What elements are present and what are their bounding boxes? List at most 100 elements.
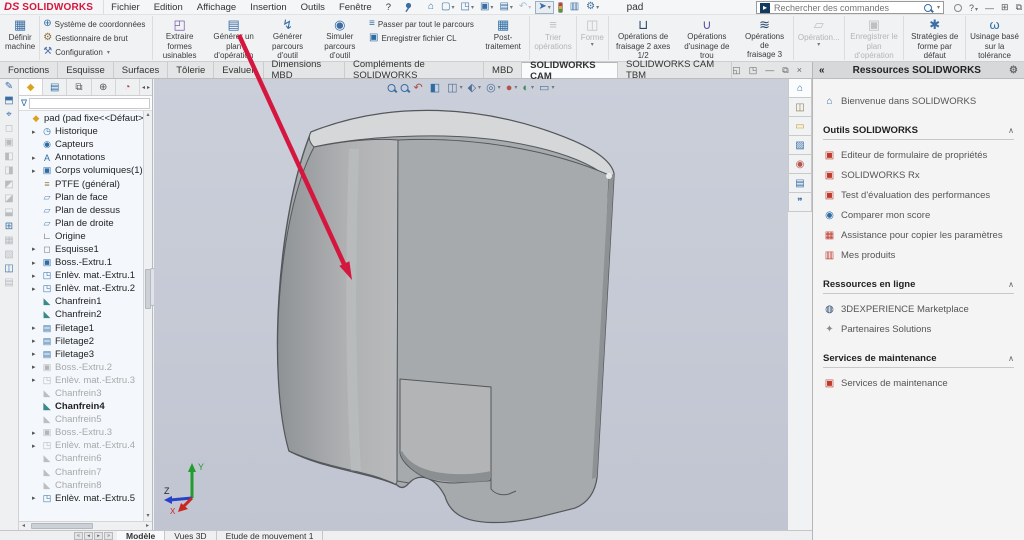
zoom-area-icon[interactable] <box>401 84 409 92</box>
menu-item[interactable]: Fenêtre <box>332 0 379 14</box>
task-pane-tab[interactable]: ▤ <box>788 174 812 193</box>
featuremanager-tab[interactable]: ⧉ <box>67 79 91 95</box>
view-tool-icon[interactable]: ◧ <box>430 81 442 94</box>
operations-button[interactable]: ∪ Opérationsd'usinage de trou <box>676 16 737 60</box>
commandmanager-tab[interactable]: Evaluer <box>214 62 263 78</box>
view-tool-icon[interactable]: ◐ ▾ <box>522 81 534 94</box>
tree-item[interactable]: ◉ Capteurs <box>19 138 152 151</box>
commandmanager-tab[interactable]: Tôlerie <box>168 62 214 78</box>
taskpane-link[interactable]: ▥ Mes produits <box>823 245 1014 265</box>
task-pane-tab[interactable]: ◉ <box>788 155 812 174</box>
tree-item[interactable]: ▸ ▣ Boss.-Extru.3 <box>19 426 152 439</box>
expand-arrow-icon[interactable]: ▸ <box>32 376 41 384</box>
taskpane-link[interactable]: ◍ 3DEXPERIENCE Marketplace <box>823 299 1014 319</box>
part-model[interactable] <box>154 79 788 530</box>
expand-arrow-icon[interactable]: ▸ <box>32 128 41 136</box>
left-strip-tool-icon[interactable]: ◪ <box>4 194 13 204</box>
scroll-left-icon[interactable]: ◂ <box>19 522 28 530</box>
quick-access-button[interactable]: ⌂ <box>426 1 437 14</box>
quick-access-button[interactable]: ◳ ▾ <box>459 1 476 14</box>
ribbon-row-button[interactable]: ≡ Passer par tout le parcours <box>369 18 474 30</box>
expand-arrow-icon[interactable]: ▸ <box>32 429 41 437</box>
save-operation-plan-button[interactable]: ▣ Enregistrer leplan d'opération <box>846 16 903 60</box>
search-caret-icon[interactable]: ▾ <box>937 4 940 11</box>
doc-window-button[interactable]: ◱ <box>732 65 741 76</box>
ribbon-row-button[interactable]: ⚒ Configuration ▾ <box>43 46 149 58</box>
featuremanager-tab[interactable]: ◆ <box>19 79 43 95</box>
left-strip-tool-icon[interactable]: ▧ <box>4 250 13 260</box>
expand-arrow-icon[interactable]: ▸ <box>32 259 41 267</box>
chevron-up-icon[interactable]: ∧ <box>1008 354 1014 363</box>
tree-item[interactable]: ▸ ◳ Enlèv. mat.-Extru.4 <box>19 439 152 452</box>
menu-item[interactable]: Outils <box>294 0 332 14</box>
chevron-up-icon[interactable]: ∧ <box>1008 126 1014 135</box>
left-strip-tool-icon[interactable]: ▣ <box>4 138 13 148</box>
ribbon-big-button[interactable]: ▤ Générer un pland'opération <box>206 16 262 60</box>
quick-access-button[interactable] <box>556 1 566 14</box>
scrollbar-thumb[interactable] <box>31 523 93 529</box>
taskpane-link[interactable]: ▣ SOLIDWORKS Rx <box>823 165 1014 185</box>
tree-item[interactable]: ∟ Origine <box>19 230 152 243</box>
expand-arrow-icon[interactable]: ▸ <box>32 494 41 502</box>
view-tool-icon[interactable]: ⬖ ▾ <box>468 81 481 94</box>
tree-item[interactable]: ◣ Chanfrein7 <box>19 466 152 479</box>
chevron-up-icon[interactable]: ∧ <box>1008 280 1014 289</box>
tree-vertical-scrollbar[interactable]: ▴ ▾ <box>143 111 152 521</box>
menu-item[interactable]: ? <box>379 0 398 14</box>
featuremanager-tab[interactable]: ◔ <box>116 79 140 95</box>
view-tool-icon[interactable]: ◫ ▾ <box>447 81 462 94</box>
tree-item[interactable]: ▸ ▣ Corps volumiques(1) <box>19 164 152 177</box>
scroll-up-icon[interactable]: ▴ <box>144 111 152 120</box>
post-process-button[interactable]: ▦ Post-traitement <box>477 16 529 60</box>
form-button[interactable]: ◫ Forme ▾ <box>578 16 607 60</box>
taskpane-link[interactable]: ✦ Partenaires Solutions <box>823 319 1014 339</box>
taskpane-link[interactable]: ▣ Editeur de formulaire de propriétés <box>823 145 1014 165</box>
expand-arrow-icon[interactable]: ▸ <box>32 442 41 450</box>
view-tool-icon[interactable]: ● ▾ <box>506 81 518 94</box>
menu-item[interactable]: Edition <box>147 0 190 14</box>
model-view-tab[interactable]: Modèle <box>117 531 165 540</box>
left-strip-tool-icon[interactable]: ⬓ <box>4 208 13 218</box>
expand-arrow-icon[interactable]: ▸ <box>32 324 41 332</box>
minimize-button[interactable]: — <box>985 3 994 13</box>
operations-button[interactable]: ≋ Opérations defraisage 3 axes <box>737 16 792 60</box>
left-strip-tool-icon[interactable]: ⌖ <box>6 110 12 120</box>
doc-window-button[interactable]: ⧉ <box>782 65 788 76</box>
left-strip-tool-icon[interactable]: ✎ <box>5 82 13 92</box>
expand-arrow-icon[interactable]: ▸ <box>32 154 41 162</box>
tree-item[interactable]: ◣ Chanfrein8 <box>19 479 152 492</box>
left-strip-tool-icon[interactable]: ▤ <box>4 278 13 288</box>
left-strip-tool-icon[interactable]: ◩ <box>4 180 13 190</box>
doc-window-button[interactable]: — <box>765 65 774 75</box>
left-strip-tool-icon[interactable]: ◨ <box>4 166 13 176</box>
view-tool-icon[interactable]: ↶ <box>414 81 425 94</box>
expand-arrow-icon[interactable]: ▸ <box>32 337 41 345</box>
ribbon-big-button[interactable]: ◰ Extraire formesusinables <box>153 16 205 60</box>
tree-item[interactable]: ▸ ◳ Enlèv. mat.-Extru.1 <box>19 269 152 282</box>
expand-arrow-icon[interactable]: ▸ <box>32 285 41 293</box>
doc-window-button[interactable]: ◳ <box>749 65 758 76</box>
tree-item[interactable]: ▸ ▤ Filetage2 <box>19 335 152 348</box>
define-machine-button[interactable]: ▦ Définirmachine <box>2 16 38 60</box>
tree-item[interactable]: ▸ ◳ Enlèv. mat.-Extru.5 <box>19 492 152 505</box>
commandmanager-tab[interactable]: Surfaces <box>114 62 169 78</box>
graphics-viewport[interactable]: ↶ ◧ ◫ ▾ ⬖ ▾ ◎ ▾ ● <box>154 79 788 530</box>
commandmanager-tab[interactable]: Dimensions MBD <box>264 62 346 78</box>
commandmanager-tab[interactable]: MBD <box>484 62 522 78</box>
task-pane-tab[interactable]: ◫ <box>788 98 812 117</box>
quick-access-button[interactable]: ▢ ▾ <box>439 1 456 14</box>
model-view-tab[interactable]: Vues 3D <box>165 531 216 540</box>
tree-item[interactable]: ▸ ◷ Historique <box>19 125 152 138</box>
sort-operations-button[interactable]: ≡ Trieropérations <box>531 16 574 60</box>
commandmanager-tab[interactable]: SOLIDWORKS CAM TBM <box>618 62 732 78</box>
task-pane-tab[interactable]: ⌂ <box>788 79 812 98</box>
commandmanager-tab[interactable]: Fonctions <box>0 62 58 78</box>
pin-icon[interactable] <box>402 2 412 13</box>
tree-item[interactable]: ◣ Chanfrein4 <box>19 400 152 413</box>
tree-item[interactable]: ▸ ◳ Enlèv. mat.-Extru.3 <box>19 374 152 387</box>
commandmanager-tab[interactable]: SOLIDWORKS CAM <box>522 62 618 78</box>
left-strip-tool-icon[interactable]: ⊞ <box>5 222 13 232</box>
left-strip-tool-icon[interactable]: ◻ <box>5 124 13 134</box>
ribbon-big-button[interactable]: ◉ Simulerparcours d'outil <box>314 16 366 60</box>
quick-access-button[interactable]: ▣ ▾ <box>478 1 495 14</box>
